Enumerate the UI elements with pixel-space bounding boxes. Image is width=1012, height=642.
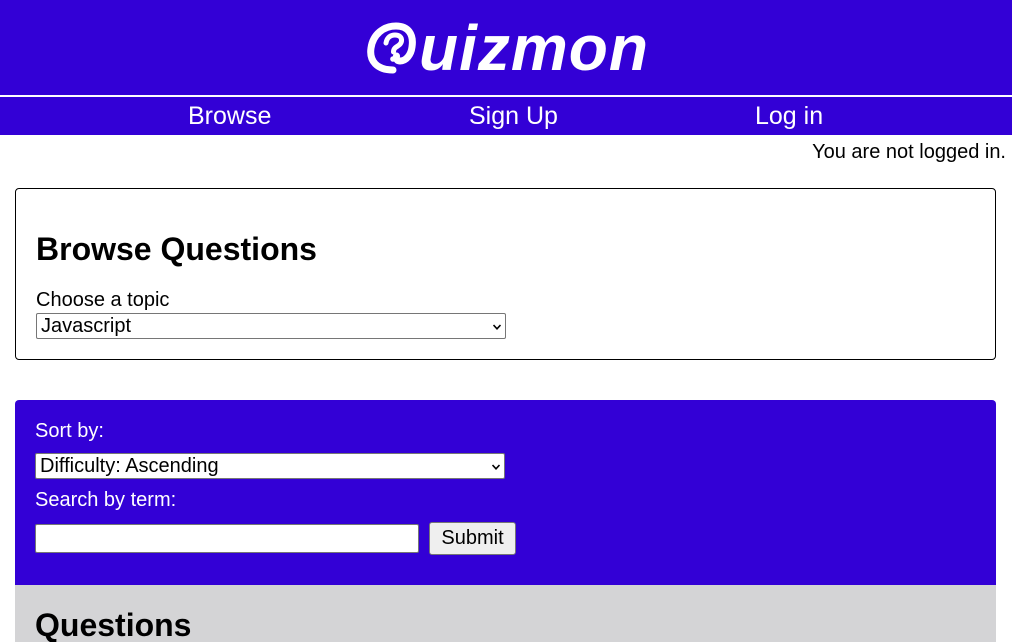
submit-button[interactable]: Submit [429, 522, 516, 555]
main-nav: Browse Sign Up Log in [0, 96, 1012, 135]
questions-title: Questions [35, 607, 192, 642]
question-at-icon [367, 21, 416, 73]
topic-label: Choose a topic [36, 289, 170, 311]
chevron-down-icon [493, 324, 501, 330]
questions-panel: Questions [15, 585, 996, 642]
sort-select[interactable]: Difficulty: Ascending [35, 453, 505, 479]
browse-panel: Browse Questions Choose a topic Javascri… [15, 188, 996, 360]
filter-panel: Sort by: Difficulty: Ascending Search by… [15, 400, 996, 585]
chevron-down-icon [492, 464, 500, 470]
topic-select-value: Javascript [41, 315, 132, 337]
page-title: Browse Questions [36, 231, 317, 267]
sort-label: Sort by: [35, 420, 104, 442]
nav-sign-up-link[interactable]: Sign Up [469, 100, 558, 132]
topic-select[interactable]: Javascript [36, 313, 506, 339]
login-status: You are not logged in. [812, 141, 1006, 163]
sort-select-value: Difficulty: Ascending [40, 455, 219, 477]
search-input[interactable] [35, 524, 419, 553]
nav-log-in-link[interactable]: Log in [755, 100, 823, 132]
site-logo[interactable]: uizmon [363, 16, 649, 80]
search-label: Search by term: [35, 489, 177, 511]
nav-browse-link[interactable]: Browse [188, 100, 271, 132]
logo-text: uizmon [419, 11, 649, 84]
site-header: uizmon [0, 0, 1012, 95]
